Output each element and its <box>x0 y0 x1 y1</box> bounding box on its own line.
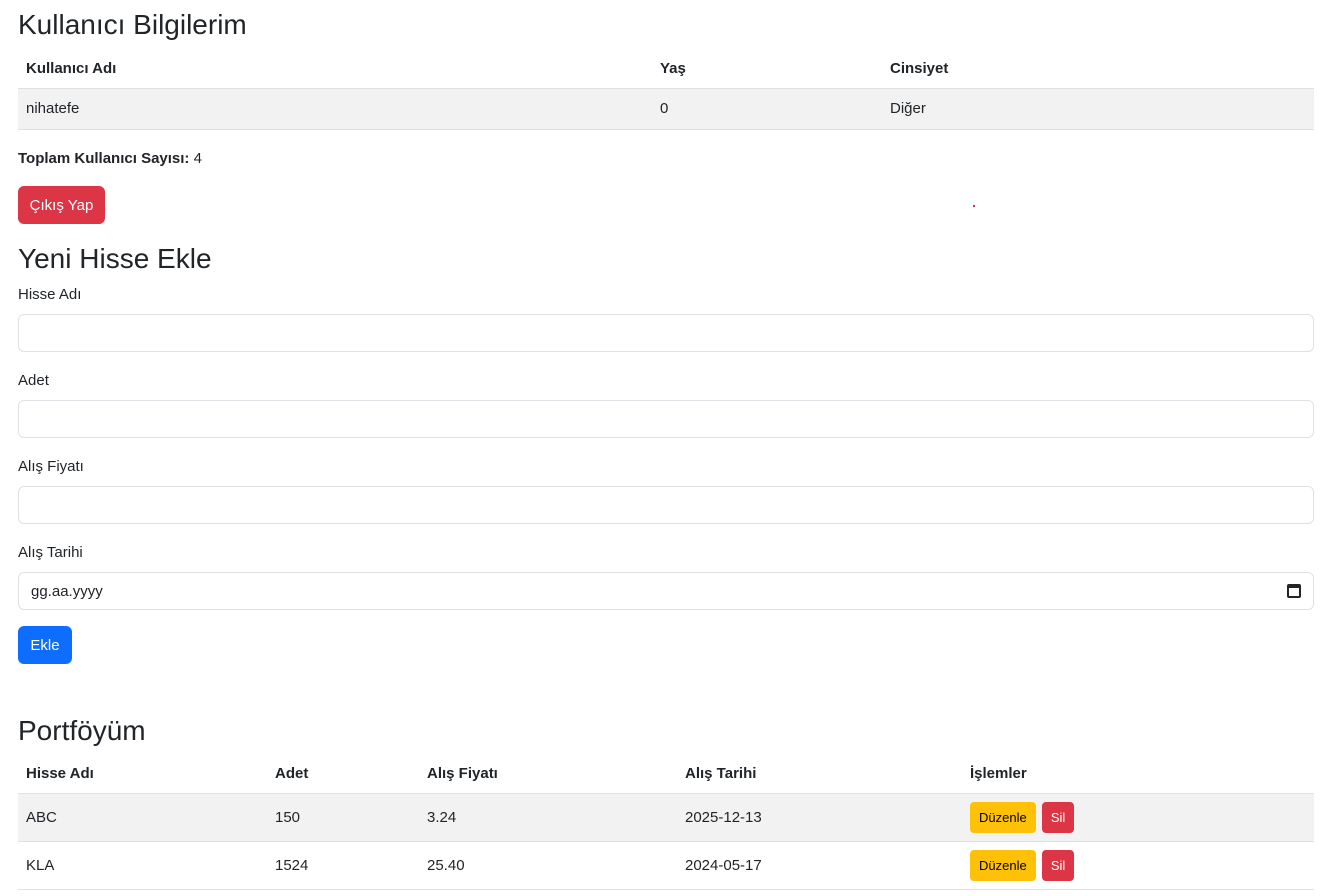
purchase-date-label: Alış Tarihi <box>18 544 83 561</box>
edit-button[interactable]: Düzenle <box>970 801 1036 833</box>
total-users: Toplam Kullanıcı Sayısı: 4 <box>18 150 202 167</box>
edit-button[interactable]: Düzenle <box>970 849 1036 881</box>
delete-button[interactable]: Sil <box>1041 849 1075 881</box>
delete-button[interactable]: Sil <box>1041 801 1075 833</box>
actions-cell: Düzenle Sil <box>962 841 1314 890</box>
quantity-label: Adet <box>18 372 49 389</box>
actions-cell: Düzenle Sil <box>962 793 1314 842</box>
portfolio-title: Portföyüm <box>18 715 146 746</box>
gender-cell: Diğer <box>882 88 1314 130</box>
date-cell: 2025-12-13 <box>677 793 962 842</box>
user-info-table: Kullanıcı Adı Yaş Cinsiyet nihatefe 0 Di… <box>18 49 1314 130</box>
logout-button[interactable]: Çıkış Yap <box>18 186 105 224</box>
price-cell: 25.40 <box>419 841 677 890</box>
column-header-stock-name: Hisse Adı <box>18 754 267 794</box>
add-stock-title: Yeni Hisse Ekle <box>18 243 212 274</box>
total-users-value: 4 <box>193 150 202 167</box>
stock-name-cell: KLA <box>18 841 267 890</box>
username-cell: nihatefe <box>18 88 652 130</box>
total-users-label: Toplam Kullanıcı Sayısı: <box>18 150 190 167</box>
quantity-input[interactable] <box>18 400 1314 438</box>
user-info-title: Kullanıcı Bilgilerim <box>18 9 247 40</box>
stock-name-input[interactable] <box>18 314 1314 352</box>
add-button[interactable]: Ekle <box>18 626 72 664</box>
quantity-cell: 1524 <box>267 841 419 890</box>
table-row: nihatefe 0 Diğer <box>18 88 1314 130</box>
column-header-quantity: Adet <box>267 754 419 794</box>
portfolio-table: Hisse Adı Adet Alış Fiyatı Alış Tarihi İ… <box>18 754 1314 890</box>
column-header-username: Kullanıcı Adı <box>18 49 652 89</box>
price-cell: 3.24 <box>419 793 677 842</box>
column-header-actions: İşlemler <box>962 754 1314 794</box>
purchase-price-input[interactable] <box>18 486 1314 524</box>
date-placeholder: gg.aa.yyyy <box>31 582 103 600</box>
date-cell: 2024-05-17 <box>677 841 962 890</box>
calendar-icon[interactable] <box>1287 584 1301 598</box>
table-row: KLA 1524 25.40 2024-05-17 Düzenle Sil <box>18 841 1314 890</box>
red-dot <box>973 205 975 207</box>
purchase-price-label: Alış Fiyatı <box>18 458 84 475</box>
column-header-age: Yaş <box>652 49 882 89</box>
stock-name-label: Hisse Adı <box>18 286 82 303</box>
purchase-date-input[interactable]: gg.aa.yyyy <box>18 572 1314 610</box>
column-header-date: Alış Tarihi <box>677 754 962 794</box>
stock-name-cell: ABC <box>18 793 267 842</box>
table-row: ABC 150 3.24 2025-12-13 Düzenle Sil <box>18 793 1314 842</box>
column-header-price: Alış Fiyatı <box>419 754 677 794</box>
quantity-cell: 150 <box>267 793 419 842</box>
age-cell: 0 <box>652 88 882 130</box>
column-header-gender: Cinsiyet <box>882 49 1314 89</box>
